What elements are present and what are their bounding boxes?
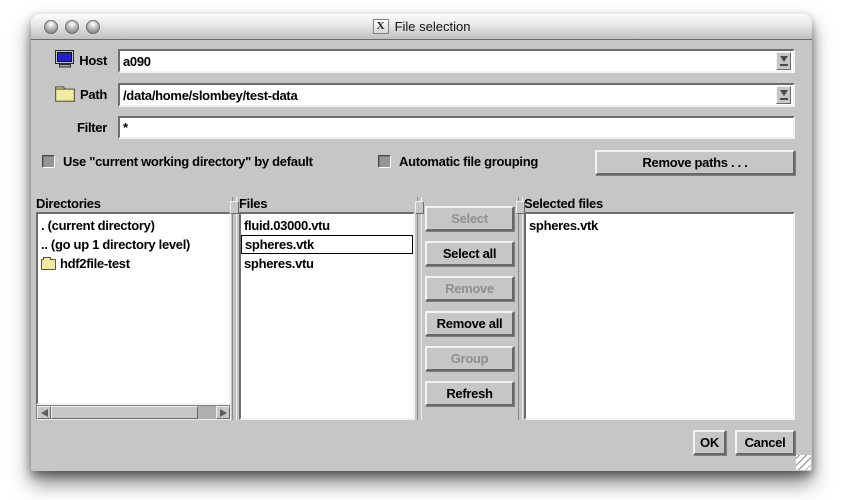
splitter-track (232, 197, 237, 420)
select-button[interactable]: Select (425, 206, 514, 231)
window-title: File selection (395, 19, 471, 34)
chevron-down-icon (780, 90, 788, 96)
selected-file-item[interactable]: spheres.vtk (526, 216, 793, 235)
directory-item-label: .. (go up 1 directory level) (41, 237, 190, 252)
directory-item-label: . (current directory) (41, 218, 155, 233)
selected-files-listbox: spheres.vtk (524, 212, 795, 420)
dropdown-dash (780, 64, 788, 66)
directories-listbox: . (current directory) .. (go up 1 direct… (36, 212, 231, 405)
select-all-button[interactable]: Select all (425, 241, 514, 266)
file-item-label: spheres.vtk (245, 237, 314, 252)
host-field (118, 49, 795, 73)
selected-file-label: spheres.vtk (529, 218, 598, 233)
dropdown-dash (780, 98, 788, 100)
zoom-button[interactable] (86, 20, 100, 34)
selected-files-panel-label: Selected files (524, 196, 603, 211)
directory-item-hdf2file-test[interactable]: hdf2file-test (38, 254, 229, 273)
remove-button[interactable]: Remove (425, 276, 514, 301)
cancel-button[interactable]: Cancel (735, 430, 795, 455)
directory-item-up[interactable]: .. (go up 1 directory level) (38, 235, 229, 254)
host-dropdown-button[interactable] (776, 52, 791, 70)
x11-app-icon: X (373, 19, 389, 34)
host-label: Host (51, 49, 107, 73)
file-item[interactable]: spheres.vtu (241, 254, 413, 273)
splitter-track (518, 197, 523, 420)
refresh-button[interactable]: Refresh (425, 381, 514, 406)
close-button[interactable] (44, 20, 58, 34)
file-item-label: spheres.vtu (244, 256, 314, 271)
remove-paths-button[interactable]: Remove paths . . . (595, 150, 795, 175)
host-input[interactable] (123, 54, 776, 69)
file-selection-window: X File selection Host Path Filter Use "c… (31, 14, 812, 471)
use-cwd-label: Use "current working directory" by defau… (63, 155, 313, 169)
directory-item-label: hdf2file-test (60, 256, 130, 271)
chevron-down-icon (780, 56, 788, 62)
scroll-right-button[interactable] (216, 406, 230, 419)
directory-item-current[interactable]: . (current directory) (38, 216, 229, 235)
directories-panel-label: Directories (36, 196, 101, 211)
triangle-left-icon (41, 409, 48, 417)
directories-hscrollbar[interactable] (36, 405, 231, 420)
ok-button[interactable]: OK (693, 430, 726, 455)
filter-input[interactable] (123, 120, 791, 135)
path-input[interactable] (123, 88, 776, 103)
file-item-label: fluid.03000.vtu (244, 218, 330, 233)
minimize-button[interactable] (65, 20, 79, 34)
filter-field (118, 116, 795, 139)
splitter-handle[interactable] (415, 201, 424, 214)
path-dropdown-button[interactable] (776, 86, 791, 104)
file-item[interactable]: fluid.03000.vtu (241, 216, 413, 235)
use-cwd-checkbox[interactable] (42, 155, 55, 168)
group-button[interactable]: Group (425, 346, 514, 371)
scrollbar-thumb[interactable] (51, 406, 198, 419)
folder-icon (41, 259, 56, 270)
path-field (118, 83, 795, 107)
file-item-focused[interactable]: spheres.vtk (241, 235, 413, 254)
files-panel-label: Files (239, 196, 267, 211)
path-label: Path (51, 83, 107, 107)
title-bar: X File selection (31, 14, 812, 40)
splitter-handle[interactable] (230, 201, 239, 214)
triangle-right-icon (220, 409, 227, 417)
title-group: X File selection (373, 19, 471, 34)
files-listbox: fluid.03000.vtu spheres.vtk spheres.vtu (239, 212, 415, 420)
filter-label: Filter (51, 116, 107, 140)
remove-all-button[interactable]: Remove all (425, 311, 514, 336)
window-controls (44, 20, 100, 34)
auto-grouping-label: Automatic file grouping (399, 155, 538, 169)
auto-grouping-checkbox[interactable] (378, 155, 391, 168)
scroll-left-button[interactable] (37, 406, 51, 419)
resize-grip[interactable] (796, 455, 811, 470)
splitter-track (417, 197, 422, 420)
